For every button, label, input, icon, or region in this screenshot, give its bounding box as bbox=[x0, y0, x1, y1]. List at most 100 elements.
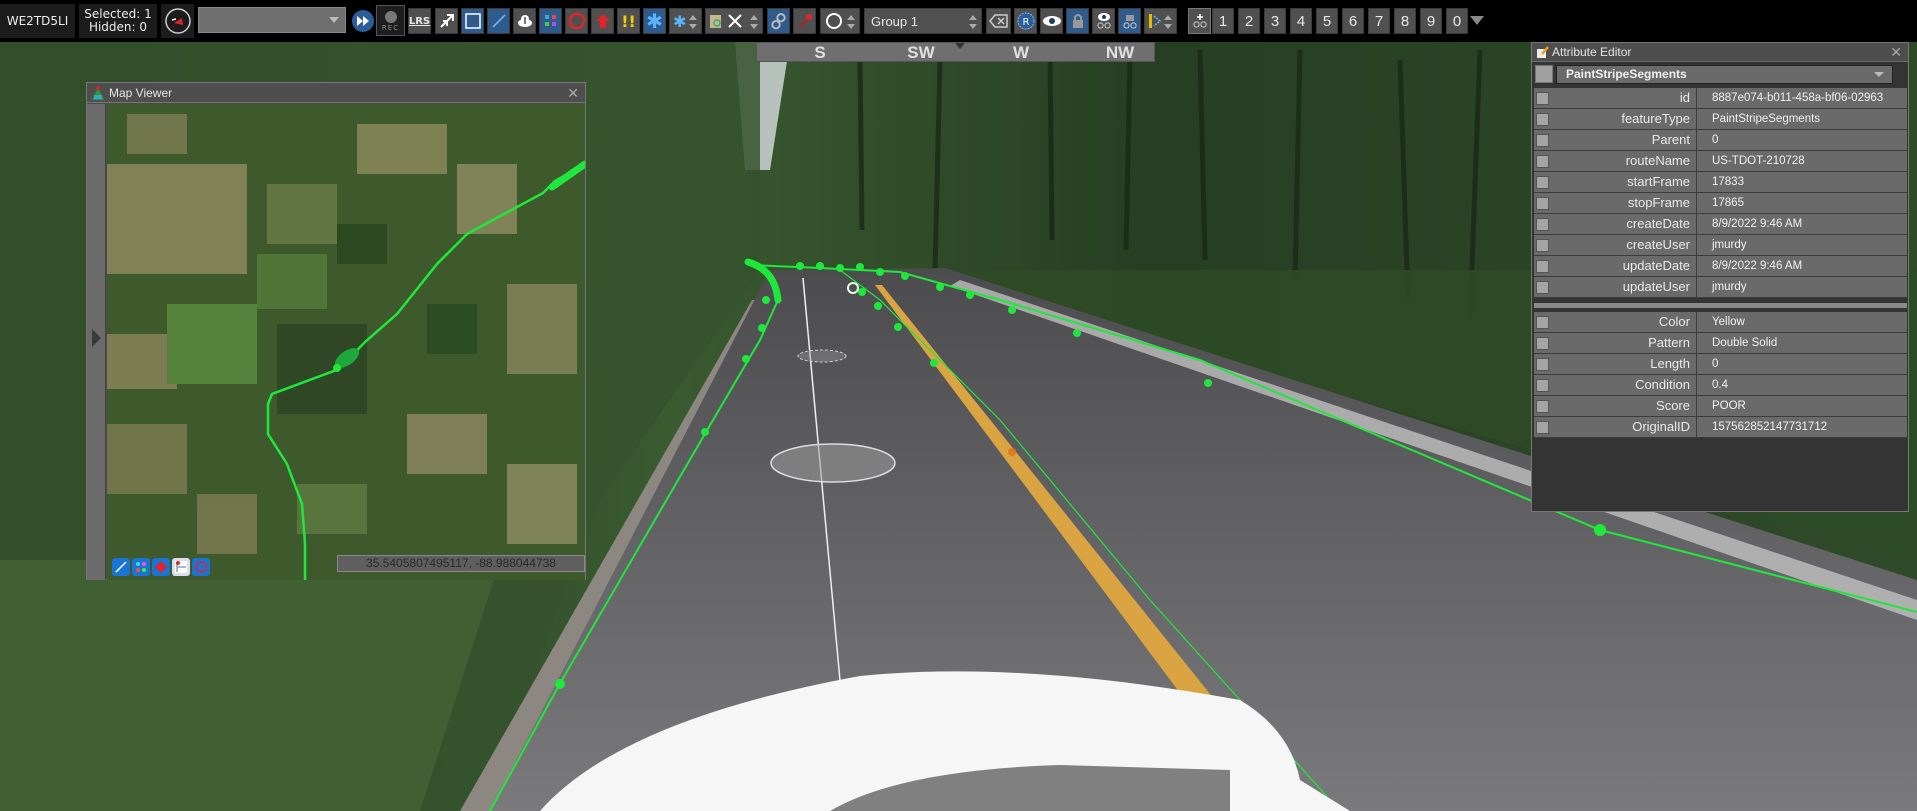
preset-button-0[interactable]: 0 bbox=[1446, 8, 1468, 34]
red-circle-icon bbox=[195, 561, 207, 573]
attribute-value[interactable]: 8887e074-b011-458a-bf06-02963 bbox=[1697, 88, 1883, 108]
map-color-points-button[interactable] bbox=[132, 558, 150, 576]
attribute-checkbox[interactable] bbox=[1536, 134, 1549, 147]
attribute-row: updateUser jmurdy bbox=[1534, 277, 1907, 298]
attribute-value[interactable]: 0 bbox=[1697, 130, 1718, 150]
add-link-button[interactable] bbox=[1188, 8, 1211, 34]
attribute-value[interactable]: 8/9/2022 9:46 AM bbox=[1697, 214, 1802, 234]
eye-link-icon bbox=[1097, 13, 1110, 29]
attribute-checkbox[interactable] bbox=[1536, 379, 1549, 392]
attribute-checkbox[interactable] bbox=[1536, 281, 1549, 294]
group-dropdown[interactable]: Group 1 bbox=[864, 8, 982, 34]
preset-button-9[interactable]: 9 bbox=[1420, 8, 1442, 34]
map-viewer-titlebar[interactable]: Map Viewer ✕ bbox=[87, 83, 585, 103]
map-viewer-side-panel bbox=[87, 104, 106, 580]
attribute-checkbox[interactable] bbox=[1536, 421, 1549, 434]
attribute-value[interactable]: 17833 bbox=[1697, 172, 1744, 192]
attribute-value[interactable]: jmurdy bbox=[1697, 235, 1747, 255]
main-toolbar: WE2TD5LI Selected: 1 Hidden: 0 REC LRS !… bbox=[0, 0, 1917, 42]
link-icon bbox=[770, 12, 786, 30]
compass-label-s: S bbox=[814, 43, 826, 62]
attribute-checkbox[interactable] bbox=[1536, 316, 1549, 329]
satellite-map[interactable] bbox=[107, 104, 585, 580]
preset-button-5[interactable]: 5 bbox=[1316, 8, 1338, 34]
attribute-value[interactable]: POOR bbox=[1697, 396, 1746, 416]
preset-button-4[interactable]: 4 bbox=[1290, 8, 1312, 34]
preset-button-7[interactable]: 7 bbox=[1368, 8, 1390, 34]
arrow-tool-button[interactable] bbox=[435, 8, 458, 34]
link-button[interactable] bbox=[767, 8, 790, 34]
map-legend-button[interactable] bbox=[172, 558, 190, 576]
circle-outline-icon bbox=[826, 13, 842, 29]
attribute-checkbox[interactable] bbox=[1536, 197, 1549, 210]
close-icon[interactable]: ✕ bbox=[1890, 43, 1902, 62]
attribute-checkbox[interactable] bbox=[1536, 176, 1549, 189]
warning-button[interactable]: !! bbox=[617, 8, 640, 34]
map-circle-button[interactable] bbox=[192, 558, 210, 576]
clear-button[interactable] bbox=[986, 8, 1011, 34]
preset-button-6[interactable]: 6 bbox=[1342, 8, 1364, 34]
map-marker-button[interactable] bbox=[152, 558, 170, 576]
lrs-button[interactable]: LRS bbox=[408, 8, 431, 34]
upload-button[interactable] bbox=[513, 8, 536, 34]
play-fast-forward-button[interactable] bbox=[350, 8, 376, 34]
attribute-checkbox[interactable] bbox=[1536, 239, 1549, 252]
preset-button-8[interactable]: 8 bbox=[1394, 8, 1416, 34]
attribute-value[interactable]: Yellow bbox=[1697, 312, 1745, 332]
clear-backspace-icon bbox=[988, 14, 1008, 28]
attribute-value[interactable]: 0.4 bbox=[1697, 375, 1728, 395]
attribute-value[interactable]: 8/9/2022 9:46 AM bbox=[1697, 256, 1802, 276]
attribute-value[interactable]: 17865 bbox=[1697, 193, 1744, 213]
hidden-count: Hidden: 0 bbox=[88, 20, 148, 34]
red-circle-icon bbox=[568, 12, 585, 30]
lock-link-button[interactable] bbox=[1118, 8, 1141, 34]
attribute-row: routeName US-TDOT-210728 bbox=[1534, 151, 1907, 172]
attribute-checkbox[interactable] bbox=[1536, 92, 1549, 105]
attribute-checkbox[interactable] bbox=[1536, 337, 1549, 350]
expand-panel-arrow-icon[interactable] bbox=[92, 329, 101, 347]
red-up-arrow-button[interactable] bbox=[591, 8, 614, 34]
r-badge-button[interactable]: R bbox=[1014, 8, 1037, 34]
circle-spinner[interactable] bbox=[820, 8, 860, 34]
attribute-value[interactable]: jmurdy bbox=[1697, 277, 1747, 297]
attribute-checkbox[interactable] bbox=[1536, 218, 1549, 231]
preset-button-3[interactable]: 3 bbox=[1264, 8, 1286, 34]
red-circle-button[interactable] bbox=[565, 8, 588, 34]
clipboard-x-spinner[interactable] bbox=[705, 8, 763, 34]
attribute-value[interactable]: 157562852147731712 bbox=[1697, 417, 1827, 437]
attribute-value[interactable]: US-TDOT-210728 bbox=[1697, 151, 1805, 171]
chevron-down-icon bbox=[329, 17, 339, 23]
attribute-row: Color Yellow bbox=[1534, 312, 1907, 333]
attribute-value[interactable]: Double Solid bbox=[1697, 333, 1777, 353]
attribute-checkbox[interactable] bbox=[1536, 358, 1549, 371]
color-points-button[interactable] bbox=[539, 8, 562, 34]
asterisk-spinner[interactable]: ✱ bbox=[669, 8, 702, 34]
line-draw-button[interactable] bbox=[487, 8, 510, 34]
attribute-checkbox[interactable] bbox=[1536, 155, 1549, 168]
preset-button-1[interactable]: 1 bbox=[1212, 8, 1234, 34]
attribute-value[interactable]: 0 bbox=[1697, 354, 1718, 374]
attribute-checkbox[interactable] bbox=[1536, 260, 1549, 273]
feature-type-dropdown[interactable]: PaintStripeSegments bbox=[1556, 65, 1893, 84]
eye-link-button[interactable] bbox=[1092, 8, 1115, 34]
feature-type-bar: PaintStripeSegments bbox=[1532, 62, 1908, 88]
attribute-checkbox[interactable] bbox=[1536, 400, 1549, 413]
preset-button-2[interactable]: 2 bbox=[1238, 8, 1260, 34]
toolbar-overflow-chevron-icon[interactable] bbox=[1470, 16, 1484, 25]
attribute-value[interactable]: PaintStripeSegments bbox=[1697, 109, 1820, 129]
record-button[interactable]: REC bbox=[376, 5, 405, 36]
map-line-measure-button[interactable] bbox=[112, 558, 130, 576]
ruler-spinner[interactable] bbox=[1144, 8, 1177, 34]
feature-type-checkbox[interactable] bbox=[1535, 65, 1553, 83]
attribute-checkbox[interactable] bbox=[1536, 113, 1549, 126]
asterisk-button[interactable]: ✱ bbox=[643, 8, 666, 34]
layer-dropdown[interactable] bbox=[198, 7, 346, 33]
pin-button[interactable] bbox=[793, 8, 816, 34]
rectangle-select-button[interactable] bbox=[461, 8, 484, 34]
visibility-button[interactable] bbox=[1040, 8, 1063, 34]
frame-marker-ellipse[interactable] bbox=[770, 443, 896, 483]
lock-button[interactable] bbox=[1066, 8, 1089, 34]
compass-button[interactable] bbox=[161, 4, 194, 38]
close-icon[interactable]: ✕ bbox=[567, 83, 579, 103]
attribute-editor-titlebar[interactable]: Attribute Editor ✕ bbox=[1532, 43, 1908, 62]
